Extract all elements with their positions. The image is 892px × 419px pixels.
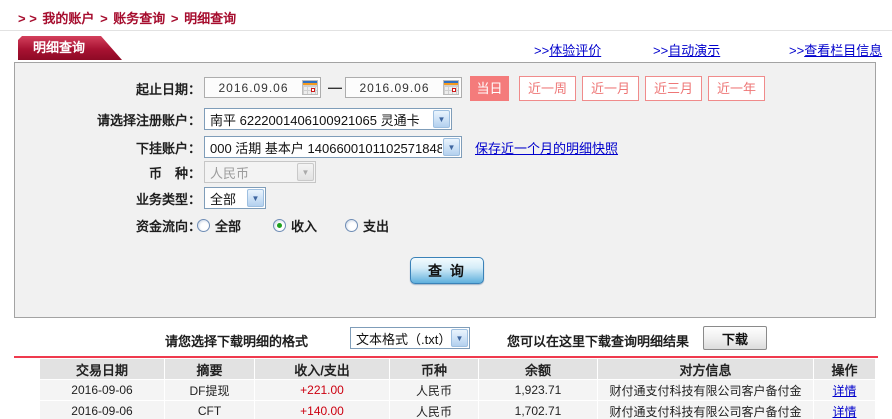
- query-button[interactable]: 查 询: [410, 257, 484, 284]
- radio-label: 全部: [215, 216, 241, 235]
- register-account-select[interactable]: 南平 6222001406100921065 灵通卡 ▼: [204, 108, 452, 130]
- download-button[interactable]: 下载: [703, 326, 767, 350]
- flow-radio-all[interactable]: 全部: [197, 216, 241, 235]
- link-label: 查看栏目信息: [804, 43, 882, 58]
- breadcrumb-item-my-account[interactable]: 我的账户: [42, 11, 94, 26]
- breadcrumb: > > 我的账户 > 账务查询 > 明细查询: [18, 8, 238, 27]
- link-label: 自动演示: [668, 43, 720, 58]
- link-label: 体验评价: [549, 43, 601, 58]
- cell-date: 2016-09-06: [40, 401, 165, 419]
- header-amount: 收入/支出: [255, 359, 390, 379]
- biz-type-label: 业务类型：: [15, 189, 201, 208]
- register-account-label: 请选择注册账户：: [15, 110, 201, 129]
- link-prefix: >>: [653, 43, 668, 58]
- chevron-down-icon: ▼: [451, 329, 468, 347]
- register-account-value: 南平 6222001406100921065 灵通卡: [205, 110, 432, 129]
- radio-label: 收入: [291, 216, 317, 235]
- breadcrumb-item-detail-query[interactable]: 明细查询: [184, 11, 236, 26]
- table-row: 2016-09-06 CFT +140.00 人民币 1,702.71 财付通支…: [40, 401, 875, 419]
- cell-amount: +140.00: [255, 401, 390, 419]
- radio-button-checked[interactable]: [273, 219, 286, 232]
- cell-amount: +221.00: [255, 380, 390, 400]
- header-action: 操作: [814, 359, 875, 379]
- quick-range-3month-button[interactable]: 近三月: [645, 76, 702, 101]
- biz-type-value: 全部: [205, 189, 246, 208]
- detail-link[interactable]: 详情: [832, 382, 856, 399]
- link-prefix: >>: [534, 43, 549, 58]
- fund-flow-label: 资金流向：: [15, 216, 201, 235]
- currency-label: 币 种：: [15, 163, 201, 182]
- download-format-label: 请您选择下载明细的格式: [165, 331, 308, 350]
- biz-type-row: 业务类型： 全部 ▼: [15, 186, 875, 210]
- detail-link[interactable]: 详情: [832, 403, 856, 419]
- breadcrumb-prefix: > >: [18, 11, 37, 26]
- table-header-row: 交易日期 摘要 收入/支出 币种 余额 对方信息 操作: [40, 359, 875, 379]
- header-counterparty: 对方信息: [598, 359, 814, 379]
- cell-currency: 人民币: [390, 380, 479, 400]
- header-currency: 币种: [390, 359, 479, 379]
- sub-account-select[interactable]: 000 活期 基本户 1406600101102571848 ▼: [204, 136, 462, 158]
- calendar-icon[interactable]: [443, 80, 459, 95]
- cell-currency: 人民币: [390, 401, 479, 419]
- cell-summary: DF提现: [165, 380, 255, 400]
- date-range-row: 起止日期： 2016.09.06 — 2016.09.06 当日 近一周 近一月…: [15, 76, 875, 100]
- download-hint: 您可以在这里下载查询明细结果: [507, 331, 689, 350]
- date-range-dash: —: [328, 79, 342, 95]
- cell-date: 2016-09-06: [40, 380, 165, 400]
- sub-account-label: 下挂账户：: [15, 138, 201, 157]
- link-experience-review[interactable]: >>体验评价: [534, 40, 601, 59]
- register-account-row: 请选择注册账户： 南平 6222001406100921065 灵通卡 ▼: [15, 107, 875, 131]
- biz-type-select[interactable]: 全部 ▼: [204, 187, 266, 209]
- table-top-divider: [14, 356, 878, 358]
- download-format-value: 文本格式（.txt）: [351, 329, 450, 348]
- breadcrumb-separator: >: [100, 11, 108, 26]
- date-to-input[interactable]: 2016.09.06: [345, 77, 462, 98]
- header-date: 交易日期: [40, 359, 165, 379]
- breadcrumb-separator: >: [171, 11, 179, 26]
- cell-balance: 1,923.71: [479, 380, 598, 400]
- radio-button[interactable]: [197, 219, 210, 232]
- flow-radio-income[interactable]: 收入: [273, 216, 317, 235]
- detail-query-page: > > 我的账户 > 账务查询 > 明细查询 明细查询 >>体验评价 >>自动演…: [0, 0, 892, 419]
- sub-account-value: 000 活期 基本户 1406600101102571848: [205, 138, 442, 157]
- cell-summary: CFT: [165, 401, 255, 419]
- transactions-table: 交易日期 摘要 收入/支出 币种 余额 对方信息 操作 2016-09-06 D…: [40, 359, 875, 419]
- radio-label: 支出: [363, 216, 389, 235]
- currency-value: 人民币: [205, 163, 296, 182]
- chevron-down-icon: ▼: [297, 163, 314, 181]
- breadcrumb-item-account-query[interactable]: 账务查询: [113, 11, 165, 26]
- currency-select: 人民币 ▼: [204, 161, 316, 183]
- link-prefix: >>: [789, 43, 804, 58]
- chevron-down-icon: ▼: [433, 110, 450, 128]
- date-from-value: 2016.09.06: [205, 81, 302, 95]
- date-range-label: 起止日期：: [15, 79, 201, 98]
- download-format-select[interactable]: 文本格式（.txt） ▼: [350, 327, 470, 349]
- tab-detail-query[interactable]: 明细查询: [18, 36, 122, 60]
- quick-range-week-button[interactable]: 近一周: [519, 76, 576, 101]
- radio-button[interactable]: [345, 219, 358, 232]
- cell-counterparty: 财付通支付科技有限公司客户备付金: [598, 380, 814, 400]
- fund-flow-row: 资金流向： 全部 收入 支出: [15, 213, 875, 237]
- link-auto-demo[interactable]: >>自动演示: [653, 40, 720, 59]
- currency-row: 币 种： 人民币 ▼: [15, 160, 875, 184]
- query-form-panel: 起止日期： 2016.09.06 — 2016.09.06 当日 近一周 近一月…: [14, 62, 876, 318]
- header-balance: 余额: [479, 359, 598, 379]
- quick-range-today-button[interactable]: 当日: [470, 76, 509, 101]
- quick-range-month-button[interactable]: 近一月: [582, 76, 639, 101]
- flow-radio-expense[interactable]: 支出: [345, 216, 389, 235]
- divider: [0, 30, 892, 31]
- header-summary: 摘要: [165, 359, 255, 379]
- save-snapshot-link[interactable]: 保存近一个月的明细快照: [475, 138, 618, 157]
- date-to-value: 2016.09.06: [346, 81, 443, 95]
- cell-balance: 1,702.71: [479, 401, 598, 419]
- cell-counterparty: 财付通支付科技有限公司客户备付金: [598, 401, 814, 419]
- link-view-column-info[interactable]: >>查看栏目信息: [789, 40, 882, 59]
- date-from-input[interactable]: 2016.09.06: [204, 77, 321, 98]
- calendar-icon[interactable]: [302, 80, 318, 95]
- table-row: 2016-09-06 DF提现 +221.00 人民币 1,923.71 财付通…: [40, 380, 875, 400]
- chevron-down-icon: ▼: [247, 189, 264, 207]
- chevron-down-icon: ▼: [443, 138, 460, 156]
- quick-range-year-button[interactable]: 近一年: [708, 76, 765, 101]
- sub-account-row: 下挂账户： 000 活期 基本户 1406600101102571848 ▼ 保…: [15, 135, 875, 159]
